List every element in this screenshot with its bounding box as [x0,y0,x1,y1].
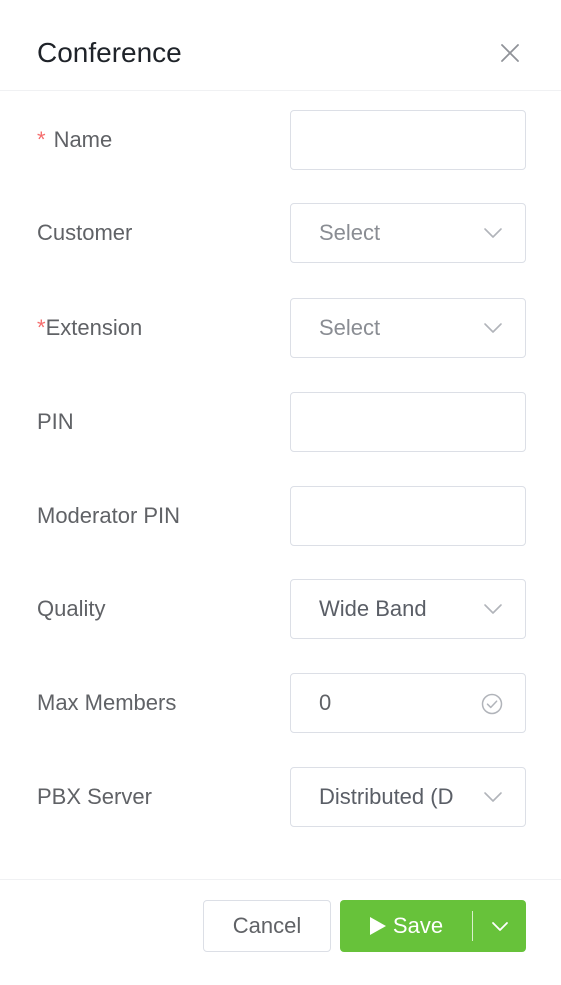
save-button-group: Save [340,900,526,952]
form-row-quality: Quality Wide Band [0,579,561,639]
max-members-field-box [290,673,526,733]
customer-select-placeholder: Select [319,220,381,245]
chevron-down-icon [491,922,508,931]
circle-check-icon [481,693,503,715]
extension-select[interactable]: Select [290,298,526,358]
dialog-footer: Cancel Save [0,879,561,985]
moderator-pin-input[interactable] [291,487,525,545]
form-row-extension: * Extension Select [0,298,561,358]
extension-select-placeholder: Select [319,315,381,340]
name-label-text: Name [53,127,113,152]
pbx-server-label: PBX Server [37,784,152,809]
extension-label: * Extension [37,298,142,358]
quality-label: Quality [37,596,106,621]
form-row-pbx-server: PBX Server Distributed (D [0,767,561,827]
save-button[interactable]: Save [340,900,472,952]
chevron-down-icon [483,318,503,338]
pbx-server-select-value: Distributed (D [319,784,454,809]
dialog-title: Conference [37,37,182,68]
max-members-label: Max Members [37,690,177,715]
chevron-down-icon [483,787,503,807]
form-row-moderator-pin: Moderator PIN [0,486,561,546]
required-mark: * [37,315,46,340]
pin-label: PIN [37,409,74,434]
form-row-max-members: Max Members [0,673,561,733]
name-field-box [290,110,526,170]
moderator-pin-field-box [290,486,526,546]
moderator-pin-label: Moderator PIN [37,503,181,528]
quality-select-value: Wide Band [319,596,427,621]
pbx-server-select[interactable]: Distributed (D [290,767,526,827]
form-row-pin: PIN [0,392,561,452]
name-input[interactable] [291,111,525,169]
cancel-button[interactable]: Cancel [203,900,331,952]
quality-select[interactable]: Wide Band [290,579,526,639]
pin-input[interactable] [291,393,525,451]
customer-label: Customer [37,220,133,245]
customer-select[interactable]: Select [290,203,526,263]
chevron-down-icon [483,599,503,619]
dialog-header: Conference [0,0,561,91]
play-icon [369,917,386,935]
required-mark: * [37,127,46,152]
save-button-label: Save [392,913,444,938]
save-options-dropdown[interactable] [473,900,526,952]
chevron-down-icon [483,223,503,243]
name-label: * Name [37,110,112,170]
conference-dialog: Conference * Name Customer Select * Exte… [0,0,561,985]
extension-label-text: Extension [45,315,143,340]
close-icon[interactable] [498,41,522,65]
form-row-customer: Customer Select [0,203,561,263]
form-row-name: * Name [0,110,561,170]
pin-field-box [290,392,526,452]
